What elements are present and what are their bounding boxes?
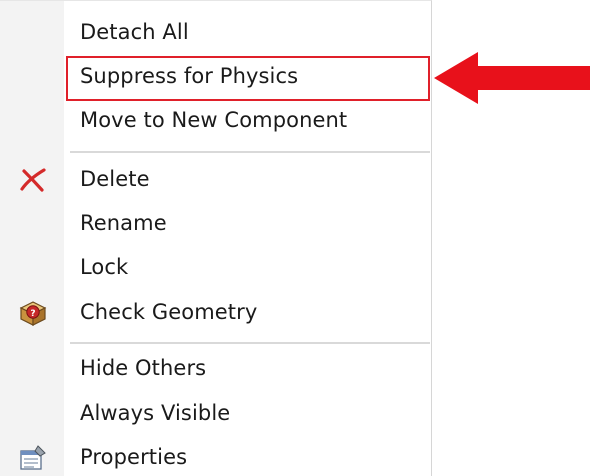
- menu-item-delete[interactable]: Delete: [0, 158, 432, 202]
- check-geometry-icon: ?: [18, 299, 48, 327]
- menu-separator: [70, 342, 430, 344]
- context-menu: Detach All Suppress for Physics Move to …: [0, 0, 432, 476]
- menu-separator: [70, 151, 430, 153]
- menu-item-check-geometry[interactable]: ? Check Geometry: [0, 291, 432, 335]
- menu-item-hide-others[interactable]: Hide Others: [0, 347, 432, 391]
- menu-item-always-visible[interactable]: Always Visible: [0, 392, 432, 436]
- menu-item-detach-all[interactable]: Detach All: [0, 11, 432, 55]
- screenshot-canvas: Detach All Suppress for Physics Move to …: [0, 0, 592, 476]
- menu-item-label: Detach All: [80, 20, 189, 44]
- red-arrow-icon: [432, 50, 592, 106]
- menu-item-properties[interactable]: Properties: [0, 436, 432, 476]
- delete-x-icon: [18, 166, 48, 194]
- menu-item-lock[interactable]: Lock: [0, 246, 432, 290]
- menu-item-label: Properties: [80, 445, 188, 469]
- menu-item-label: Hide Others: [80, 356, 207, 380]
- svg-text:?: ?: [30, 309, 35, 319]
- menu-item-label: Move to New Component: [80, 108, 348, 132]
- properties-icon: [18, 444, 48, 472]
- menu-item-suppress-for-physics[interactable]: Suppress for Physics: [0, 55, 432, 99]
- menu-item-label: Lock: [80, 255, 129, 279]
- menu-item-move-to-new-component[interactable]: Move to New Component: [0, 99, 432, 143]
- menu-item-label: Always Visible: [80, 401, 231, 425]
- menu-item-label: Rename: [80, 211, 167, 235]
- menu-item-label: Check Geometry: [80, 300, 258, 324]
- menu-item-label: Delete: [80, 167, 150, 191]
- menu-item-label: Suppress for Physics: [80, 64, 299, 88]
- menu-item-rename[interactable]: Rename: [0, 202, 432, 246]
